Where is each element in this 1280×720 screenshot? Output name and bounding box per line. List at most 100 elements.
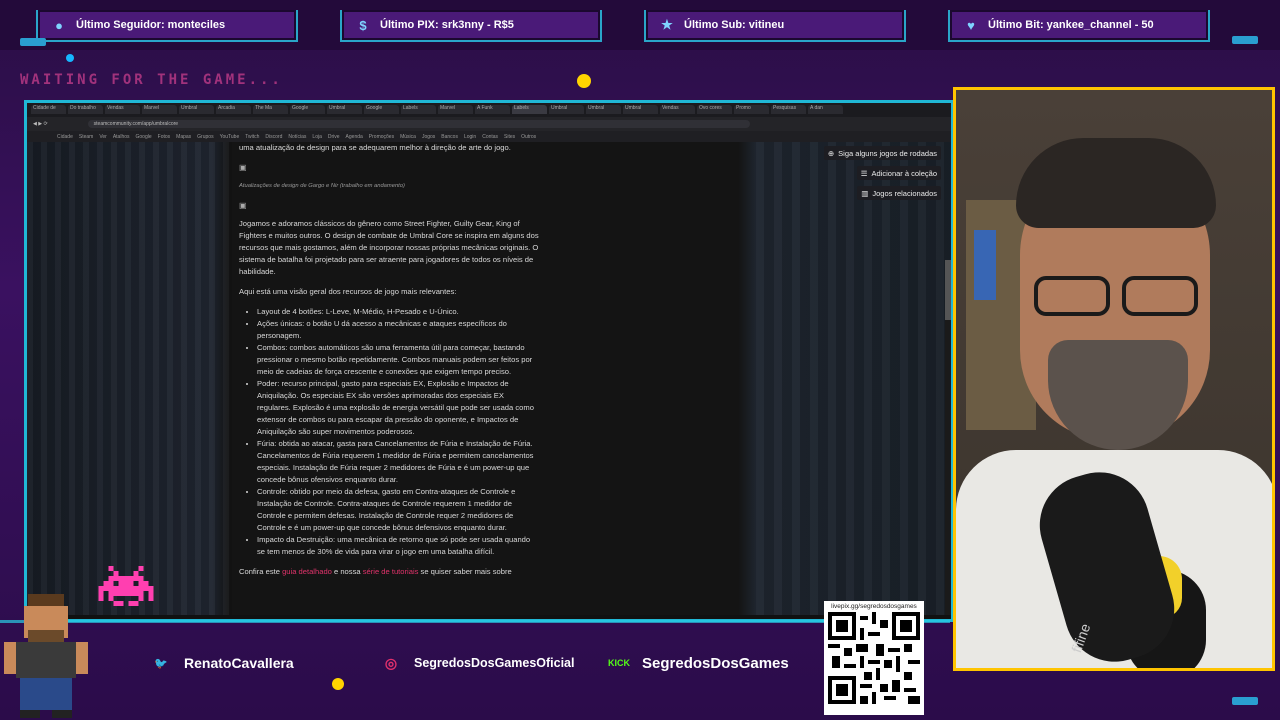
bookmark-item[interactable]: Música	[400, 134, 416, 140]
browser-tab[interactable]: Umbral	[327, 105, 362, 114]
alert-follower-label: Último Seguidor: monteciles	[76, 19, 226, 31]
scrollbar[interactable]	[945, 260, 951, 615]
guide-link[interactable]: guia detalhado	[282, 567, 332, 576]
bookmark-item[interactable]: Atalhos	[113, 134, 130, 140]
browser-tab[interactable]: Promo	[734, 105, 769, 114]
article-paragraph: Aqui está uma visão geral dos recursos d…	[239, 287, 457, 296]
alert-sub-label: Último Sub: vitineu	[684, 19, 785, 31]
twitter-handle: RenatoCavallera	[184, 655, 294, 671]
browser-tab[interactable]: A Funk	[475, 105, 510, 114]
bookmark-item[interactable]: Agenda	[346, 134, 363, 140]
bookmark-item[interactable]: Grupos	[197, 134, 213, 140]
waiting-neon-text: WAITING FOR THE GAME...	[20, 72, 283, 88]
browser-tab[interactable]: Umbral	[623, 105, 658, 114]
bookmark-item[interactable]: Login	[464, 134, 476, 140]
bookmark-item[interactable]: Sites	[504, 134, 515, 140]
person-plus-icon: ⊕	[827, 148, 835, 158]
url-field[interactable]: steamcommunity.com/app/umbralcore	[87, 120, 750, 128]
bookmark-item[interactable]: Fotos	[158, 134, 171, 140]
browser-tab[interactable]: Ovo cores	[697, 105, 732, 114]
browser-tab[interactable]: Google	[290, 105, 325, 114]
bookmark-item[interactable]: Outros	[521, 134, 536, 140]
dot-deco	[66, 54, 74, 62]
person-icon: ●	[55, 17, 63, 33]
book	[974, 230, 996, 300]
browser-tab[interactable]: Marvel	[142, 105, 177, 114]
space-invader-icon	[98, 566, 154, 606]
web-page: uma atualização de design para se adequa…	[27, 142, 951, 615]
coin-deco	[332, 678, 344, 690]
browser-tab[interactable]: Pesquisas	[771, 105, 806, 114]
browser-tab[interactable]: Marvel	[438, 105, 473, 114]
livepix-qr-card: livepix.gg/segredosdosgames	[824, 601, 924, 715]
article-paragraph: Jogamos e adoramos clássicos do gênero c…	[239, 219, 539, 276]
bookmarks-bar[interactable]: Cidade Steam Ver Atalhos Google Fotos Mapas Gru…	[27, 131, 951, 142]
browser-tab[interactable]: Google	[364, 105, 399, 114]
browser-tab[interactable]: Cidade de	[31, 105, 66, 114]
bookmark-item[interactable]: Loja	[312, 134, 321, 140]
bookmark-item[interactable]: Discord	[265, 134, 282, 140]
follow-games-label: Siga alguns jogos de rodadas	[838, 148, 937, 158]
browser-tab[interactable]: Umbral	[179, 105, 214, 114]
related-games-button[interactable]: ▥ Jogos relacionados	[857, 186, 941, 200]
browser-tab[interactable]: The Ma	[253, 105, 288, 114]
bookmark-item[interactable]: Drive	[328, 134, 340, 140]
bookmark-item[interactable]: Bancos	[441, 134, 458, 140]
browser-tab[interactable]: Vendas	[660, 105, 695, 114]
bookmark-item[interactable]: Twitch	[245, 134, 259, 140]
bookmark-item[interactable]: Jogos	[422, 134, 435, 140]
browser-tab[interactable]: Arcadia	[216, 105, 251, 114]
star-icon: ★	[661, 17, 673, 32]
bookmark-item[interactable]: Mapas	[176, 134, 191, 140]
tutorial-link[interactable]: série de tutoriais	[363, 567, 419, 576]
outro-text: se quiser saber mais sobre	[418, 567, 512, 576]
article-outro: Confira este guia detalhado e nossa séri…	[239, 566, 539, 578]
alert-follower: ● Último Seguidor: monteciles	[36, 10, 298, 42]
glasses	[1034, 276, 1198, 316]
browser-tab[interactable]: Do trabalho	[68, 105, 103, 114]
background-art-right	[756, 142, 951, 615]
alert-pix-label: Último PIX: srk3nny - R$5	[380, 19, 514, 31]
webcam-feed: fifine	[953, 87, 1275, 671]
image-caption: Atualizações de design de Gargo e Nir (t…	[239, 183, 405, 189]
coin-deco	[577, 74, 591, 88]
browser-tab[interactable]: Labels	[512, 105, 547, 114]
alert-bit: ♥ Último Bit: yankee_channel - 50	[948, 10, 1210, 42]
browser-tab[interactable]: A dan	[808, 105, 843, 114]
follow-games-button[interactable]: ⊕ Siga alguns jogos de rodadas	[823, 146, 941, 160]
corner-deco	[20, 38, 46, 46]
corner-deco	[1232, 36, 1258, 44]
bookmark-item[interactable]: Cidade	[57, 134, 73, 140]
scrollbar-thumb[interactable]	[945, 260, 951, 320]
feature-list: Layout de 4 botões: L-Leve, M-Médio, H-P…	[239, 306, 539, 558]
bookmark-item[interactable]: Contas	[482, 134, 498, 140]
browser-tab[interactable]: Umbral	[586, 105, 621, 114]
bookmark-item[interactable]: YouTube	[220, 134, 240, 140]
browser-tab[interactable]: Umbral	[549, 105, 584, 114]
article-intro: uma atualização de design para se adequa…	[239, 143, 511, 152]
article-content: uma atualização de design para se adequa…	[239, 142, 539, 586]
browser-tab[interactable]: Vendas	[105, 105, 140, 114]
alert-bit-label: Último Bit: yankee_channel - 50	[988, 19, 1154, 31]
bookmark-item[interactable]: Ver	[99, 134, 107, 140]
bookmark-item[interactable]: Google	[136, 134, 152, 140]
pixel-character-icon	[4, 594, 88, 718]
streamer-beard	[1048, 340, 1188, 450]
browser-tab[interactable]: Labels	[401, 105, 436, 114]
twitter-icon: 🐦	[154, 657, 168, 670]
list-item: Poder: recurso principal, gasto para esp…	[257, 378, 539, 438]
bookmark-item[interactable]: Promoções	[369, 134, 394, 140]
bookmark-item[interactable]: Steam	[79, 134, 93, 140]
list-item: Layout de 4 botões: L-Leve, M-Médio, H-P…	[257, 306, 539, 318]
list-item: Impacto da Destruição: uma mecânica de r…	[257, 534, 539, 558]
social-twitter: 🐦 RenatoCavallera	[146, 650, 294, 676]
address-bar[interactable]: ◀ ▶ ⟳ steamcommunity.com/app/umbralcore	[27, 117, 951, 131]
add-collection-button[interactable]: ☰ Adicionar à coleção	[856, 166, 941, 180]
back-icon[interactable]: ◀ ▶ ⟳	[33, 121, 48, 127]
bookmark-item[interactable]: Notícias	[288, 134, 306, 140]
kick-icon: KICK	[608, 658, 630, 668]
browser-tab-strip[interactable]: Cidade de Do trabalho Vendas Marvel Umbral Ar…	[27, 103, 951, 117]
heart-icon: ♥	[967, 17, 975, 33]
outro-text: Confira este	[239, 567, 283, 576]
social-kick: KICK SegredosDosGames	[604, 650, 789, 676]
